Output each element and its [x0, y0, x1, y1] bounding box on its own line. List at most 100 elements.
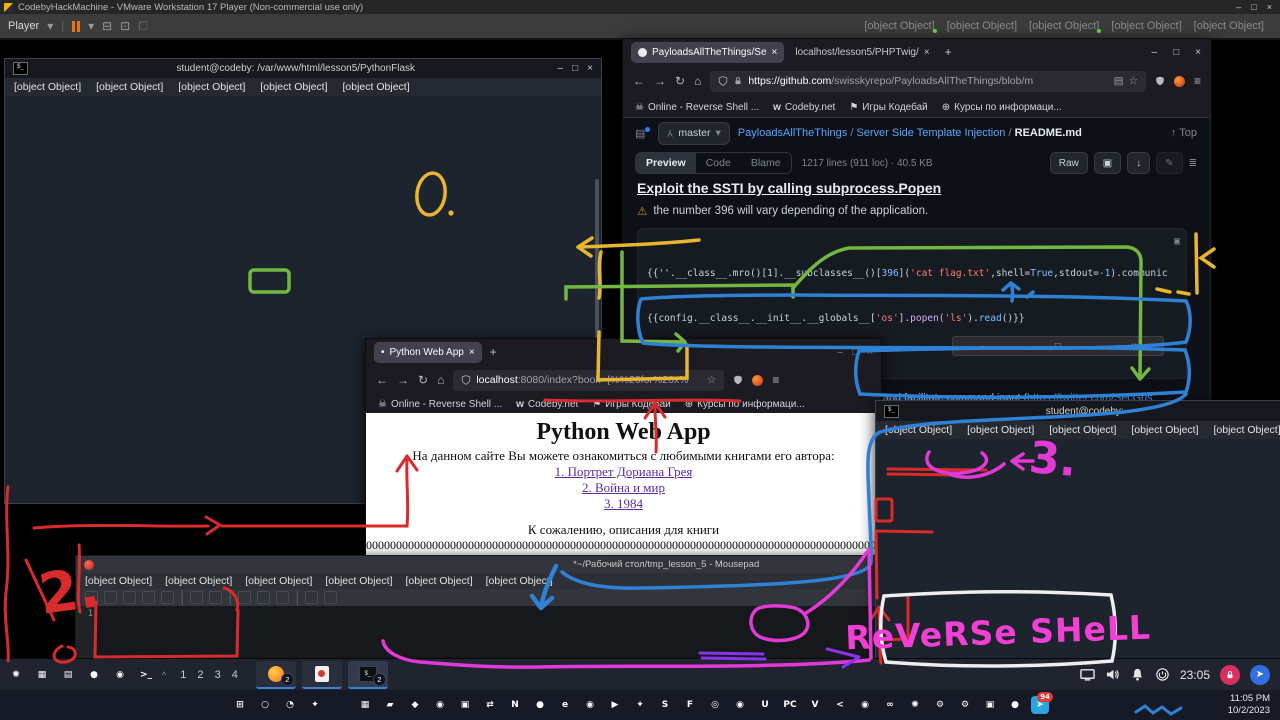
new-tab-button[interactable]: +: [945, 45, 952, 59]
ublock-icon[interactable]: [1174, 76, 1185, 87]
back-to-top-link[interactable]: ↑ Top: [1171, 127, 1197, 139]
close-button[interactable]: ×: [1131, 341, 1137, 352]
player-menu[interactable]: Player: [8, 20, 39, 32]
paste-icon[interactable]: [276, 591, 289, 604]
hidden-window-titlebar[interactable]: – □ ×: [952, 336, 1164, 356]
close-button[interactable]: ×: [867, 347, 873, 358]
home-icon[interactable]: ⌂: [437, 373, 444, 387]
bookmark-games[interactable]: ⚑Игры Кодебай: [849, 102, 927, 113]
minimize-button[interactable]: –: [1152, 47, 1158, 58]
terminal-netcat-titlebar[interactable]: $_ student@codeby: ~: [876, 401, 1280, 421]
menu-item[interactable]: [object Object]: [1214, 424, 1280, 436]
ssti-subprocess-heading[interactable]: Exploit the SSTI by calling subprocess.P…: [637, 180, 1195, 196]
breadcrumb-repo[interactable]: PayloadsAllTheThings: [738, 127, 847, 139]
vm-device-icon[interactable]: [object Object]: [1111, 20, 1181, 32]
minimize-button[interactable]: –: [979, 341, 985, 352]
tab-close-icon[interactable]: ×: [924, 47, 930, 58]
taskbar-firefox-button[interactable]: 2: [256, 661, 296, 689]
ublock-icon[interactable]: [752, 375, 763, 386]
panel-caret-icon[interactable]: ^: [162, 670, 166, 680]
back-icon[interactable]: ←: [633, 74, 645, 88]
vmware-minimize-button[interactable]: –: [1236, 2, 1241, 12]
menu-item[interactable]: [object Object]: [165, 575, 232, 587]
clock[interactable]: 23:05: [1180, 668, 1210, 682]
fullscreen-icon[interactable]: ⊡: [120, 19, 130, 33]
pause-vm-button[interactable]: [72, 21, 80, 32]
replace-icon[interactable]: [324, 591, 337, 604]
tab-localhost-phptwig[interactable]: localhost/lesson5/PHPTwig/ ×: [788, 42, 936, 63]
reload-icon[interactable]: ↻: [675, 74, 685, 88]
save-icon[interactable]: [123, 591, 136, 604]
bookmark-courses[interactable]: ⊕Курсы по информаци...: [942, 102, 1062, 113]
vm-device-icon[interactable]: [object Object]: [1029, 20, 1099, 32]
bookmark-star-icon[interactable]: ☆: [707, 374, 716, 386]
bookmark-reverse-shell[interactable]: ☠Online - Reverse Shell ...: [635, 102, 759, 113]
file-tree-icon[interactable]: ▤: [635, 127, 650, 140]
copy-raw-icon[interactable]: ▣: [1094, 152, 1121, 174]
book-link-1[interactable]: 1. Портрет Дориана Грея: [366, 464, 881, 480]
menu-item[interactable]: [object Object]: [1131, 424, 1198, 436]
menu-item[interactable]: [object Object]: [245, 575, 312, 587]
menu-item[interactable]: [object Object]: [406, 575, 473, 587]
copy-code-icon[interactable]: ▣: [1174, 234, 1180, 249]
app-menu-icon[interactable]: ≡: [1194, 74, 1201, 88]
bookmark-reverse-shell[interactable]: ☠Online - Reverse Shell ...: [378, 399, 502, 410]
bookmark-star-icon[interactable]: ☆: [1129, 75, 1138, 87]
maximize-button[interactable]: □: [572, 63, 578, 74]
taskbar-mousepad-button[interactable]: [302, 661, 342, 689]
menu-item[interactable]: [object Object]: [885, 424, 952, 436]
reload-icon[interactable]: ↻: [418, 373, 428, 387]
menu-item[interactable]: [object Object]: [1049, 424, 1116, 436]
tab-preview[interactable]: Preview: [636, 153, 696, 173]
pause-caret-icon[interactable]: ▾: [88, 19, 94, 33]
player-caret-icon[interactable]: ▾: [47, 19, 53, 33]
reader-icon[interactable]: ▤: [1114, 75, 1124, 87]
bookmark-courses[interactable]: ⊕Курсы по информаци...: [685, 399, 805, 410]
workspace-pager[interactable]: 1 2 3 4: [180, 669, 242, 681]
breadcrumb-dir[interactable]: Server Side Template Injection: [856, 127, 1005, 139]
close-button[interactable]: ×: [1195, 47, 1201, 58]
copy-icon[interactable]: [257, 591, 270, 604]
book-link-3[interactable]: 3. 1984: [366, 496, 881, 512]
raw-button[interactable]: Raw: [1050, 152, 1088, 174]
edit-pencil-icon[interactable]: ✎: [1156, 152, 1182, 174]
new-tab-button[interactable]: +: [490, 345, 497, 359]
tab-python-web-app[interactable]: • Python Web App ×: [374, 342, 482, 363]
minimize-button[interactable]: –: [558, 63, 564, 74]
extension-shield-icon[interactable]: [733, 374, 743, 386]
close-button[interactable]: ×: [587, 63, 593, 74]
send-ctrlaltdel-icon[interactable]: ⊟: [102, 19, 112, 33]
menu-item[interactable]: [object Object]: [178, 81, 245, 93]
taskbar-terminal-button[interactable]: $_ 2: [348, 661, 388, 689]
screenlock-icon[interactable]: [1220, 665, 1240, 685]
minimize-button[interactable]: –: [838, 347, 844, 358]
close-doc-icon[interactable]: [161, 591, 174, 604]
url-bar[interactable]: localhost:8080/index?book={%%20for%20x% …: [453, 370, 724, 391]
tab-code[interactable]: Code: [696, 153, 741, 173]
forward-icon[interactable]: →: [397, 373, 409, 387]
telegram-icon[interactable]: ➤ 94: [1031, 696, 1049, 714]
terminal-flask-titlebar[interactable]: $_ student@codeby: /var/www/html/lesson5…: [5, 59, 601, 78]
menu-item[interactable]: [object Object]: [325, 575, 392, 587]
display-icon[interactable]: [1080, 667, 1095, 682]
maximize-button[interactable]: □: [1173, 47, 1179, 58]
vm-device-icon[interactable]: [object Object]: [947, 20, 1017, 32]
menu-item[interactable]: [object Object]: [343, 81, 410, 93]
tab-close-icon[interactable]: ×: [469, 347, 475, 358]
find-icon[interactable]: [305, 591, 318, 604]
outline-icon[interactable]: ≣: [1189, 158, 1197, 169]
save-as-icon[interactable]: [142, 591, 155, 604]
vmware-maximize-button[interactable]: □: [1251, 2, 1256, 12]
download-icon[interactable]: ↓: [1127, 152, 1150, 174]
undo-icon[interactable]: [190, 591, 203, 604]
tab-payloadsallthethings[interactable]: PayloadsAllTheThings/Se ×: [631, 42, 784, 63]
open-file-icon[interactable]: [104, 591, 117, 604]
back-icon[interactable]: ←: [376, 373, 388, 387]
bookmark-codeby[interactable]: wCodeby.net: [773, 102, 835, 113]
app-menu-icon[interactable]: ≡: [772, 373, 779, 387]
bookmark-games[interactable]: ⚑Игры Кодебай: [592, 399, 670, 410]
vmware-close-button[interactable]: ×: [1267, 2, 1272, 12]
menu-item[interactable]: [object Object]: [260, 81, 327, 93]
book-link-2[interactable]: 2. Война и мир: [366, 480, 881, 496]
branch-selector[interactable]: Y master ▾: [658, 122, 729, 145]
